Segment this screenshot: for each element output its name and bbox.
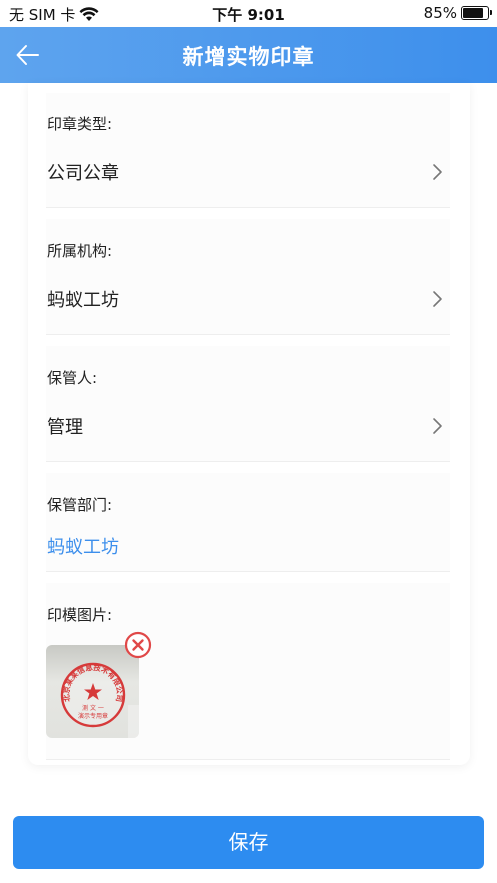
seal-line2: 演示专用章 xyxy=(78,712,108,720)
battery-icon xyxy=(461,6,492,20)
custodian-dept-value: 蚂蚁工坊 xyxy=(47,537,119,558)
nav-header: 新增实物印章 xyxy=(0,27,497,83)
battery-fill xyxy=(463,8,484,18)
organization-value: 蚂蚁工坊 xyxy=(47,290,119,311)
organization-field[interactable]: 所属机构: 蚂蚁工坊 xyxy=(46,219,450,335)
custodian-label: 保管人: xyxy=(47,369,98,387)
status-bar: 无 SIM 卡 下午 9:01 85% xyxy=(0,0,497,27)
remove-image-icon[interactable] xyxy=(124,631,152,659)
seal-image-field: 印模图片: 北京某某信息技术有限公司 测 文 一 演示专用章 xyxy=(46,583,450,760)
seal-type-value: 公司公章 xyxy=(47,163,119,184)
save-button[interactable]: 保存 xyxy=(13,816,484,869)
seal-type-label: 印章类型: xyxy=(47,115,113,133)
seal-type-field[interactable]: 印章类型: 公司公章 xyxy=(46,93,450,208)
seal-line1: 测 文 一 xyxy=(82,704,104,712)
chevron-right-icon xyxy=(433,418,442,434)
status-time: 下午 9:01 xyxy=(212,6,285,24)
form-card: 印章类型: 公司公章 所属机构: 蚂蚁工坊 保管人: 管理 保管部门: 蚂蚁工坊… xyxy=(28,83,470,765)
custodian-dept-field: 保管部门: 蚂蚁工坊 xyxy=(46,473,450,572)
chevron-right-icon xyxy=(433,164,442,180)
seal-image-label: 印模图片: xyxy=(47,606,113,624)
custodian-value: 管理 xyxy=(47,417,83,438)
custodian-field[interactable]: 保管人: 管理 xyxy=(46,346,450,462)
battery-indicator: 85% xyxy=(423,4,492,22)
chevron-right-icon xyxy=(433,291,442,307)
battery-percent: 85% xyxy=(423,4,457,22)
custodian-dept-label: 保管部门: xyxy=(47,496,113,514)
page-title: 新增实物印章 xyxy=(182,45,315,69)
organization-label: 所属机构: xyxy=(47,242,113,260)
